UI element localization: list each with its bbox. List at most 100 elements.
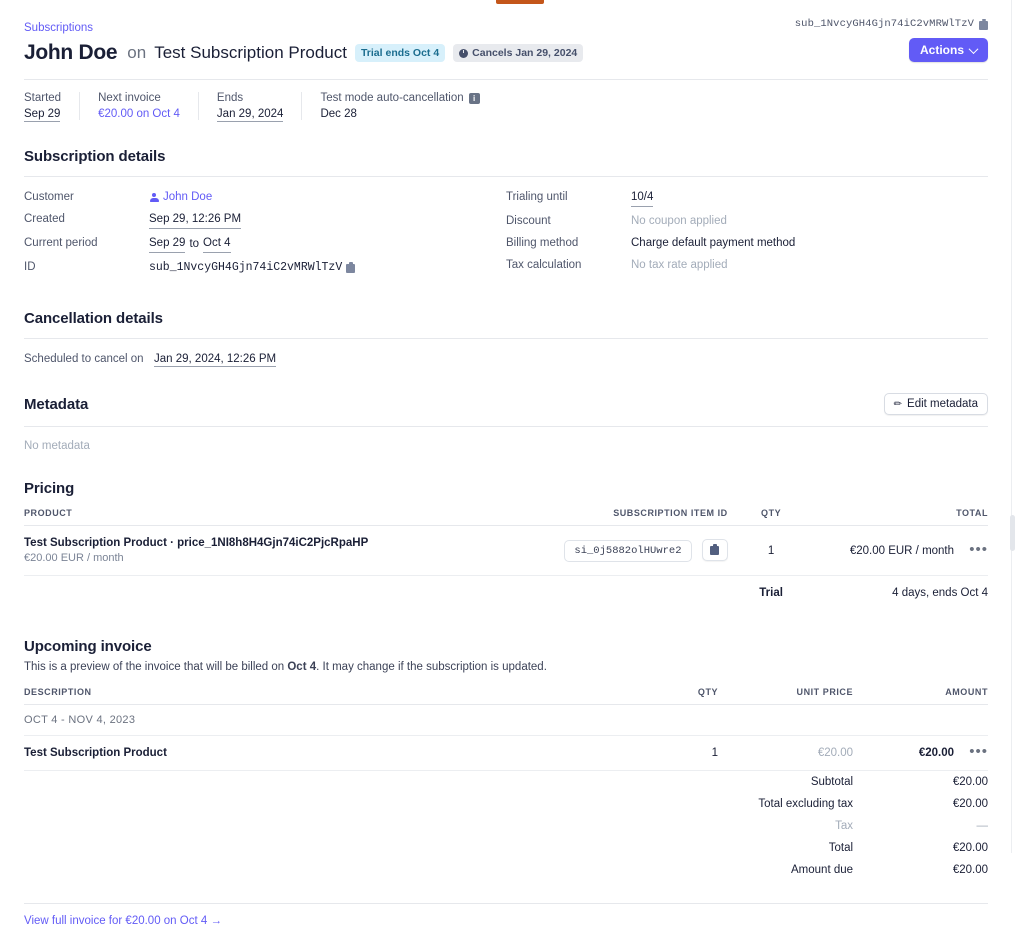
cancellation-date[interactable]: Jan 29, 2024, 12:26 PM [154, 353, 277, 367]
key-facts-row: Started Sep 29 Next invoice €20.00 on Oc… [24, 92, 988, 122]
subscription-details-left-column: Customer John Doe Created Sep 29, 12:26 … [24, 190, 506, 282]
upcoming-invoice-table: DESCRIPTION QTY UNIT PRICE AMOUNT OCT 4 … [24, 687, 988, 881]
copy-icon[interactable] [346, 262, 356, 273]
pricing-cell-qty: 1 [727, 525, 815, 576]
pricing-table: PRODUCT SUBSCRIPTION ITEM ID QTY TOTAL T… [24, 508, 988, 610]
totals-blank-5 [24, 815, 622, 837]
upcoming-invoice-description: This is a preview of the invoice that wi… [24, 659, 988, 675]
row-overflow-menu-icon[interactable]: ••• [969, 541, 988, 558]
current-period-end[interactable]: Oct 4 [203, 236, 231, 253]
metadata-head: Metadata ✏ Edit metadata [24, 393, 988, 415]
trialing-until-value[interactable]: 10/4 [631, 190, 654, 207]
subscription-details-rule [24, 176, 988, 177]
header-left: Subscriptions John Doe on Test Subscript… [24, 0, 584, 65]
view-full-invoice-link[interactable]: View full invoice for €20.00 on Oct 4 → [24, 915, 222, 927]
invoice-col-qty: QTY [621, 687, 719, 705]
invoice-period-row: OCT 4 - NOV 4, 2023 [24, 704, 988, 736]
cancellation-details-rule [24, 338, 988, 339]
invoice-total-row-amount-due: Amount due €20.00 [24, 859, 988, 881]
upcoming-invoice-table-head: DESCRIPTION QTY UNIT PRICE AMOUNT [24, 687, 988, 705]
cancellation-details-title: Cancellation details [24, 310, 163, 327]
totals-label-amount-due: Amount due [791, 864, 854, 876]
invoice-col-amount: AMOUNT [853, 687, 988, 705]
upcoming-invoice-desc-suffix: . It may change if the subscription is u… [316, 661, 547, 673]
totals-value-total-excluding-tax: €20.00 [952, 798, 988, 810]
actions-button[interactable]: Actions [908, 38, 988, 62]
detail-val-created: Sep 29, 12:26 PM [149, 212, 242, 229]
totals-value-amount-due: €20.00 [952, 864, 988, 876]
upcoming-invoice-desc-prefix: This is a preview of the invoice that wi… [24, 661, 288, 673]
created-timestamp[interactable]: Sep 29, 12:26 PM [149, 212, 242, 229]
subscription-details-head: Subscription details [24, 148, 988, 165]
pricing-cell-total: €20.00 EUR / month ••• [814, 525, 988, 576]
fact-auto-cancellation-text: Test mode auto-cancellation [320, 92, 464, 104]
detail-key-tax-calculation: Tax calculation [506, 259, 582, 271]
chevron-down-icon [968, 43, 979, 54]
subscription-detail-page: Subscriptions John Doe on Test Subscript… [0, 0, 1012, 929]
upcoming-invoice-title: Upcoming invoice [24, 638, 152, 655]
row-overflow-menu-icon[interactable]: ••• [969, 743, 988, 760]
table-row[interactable]: Test Subscription Product · price_1NI8h8… [24, 525, 988, 576]
fact-next-invoice-link[interactable]: €20.00 on Oct 4 [98, 108, 180, 120]
fact-ends-value: Jan 29, 2024 [216, 108, 284, 122]
invoice-total-row-total: Total €20.00 [24, 837, 988, 859]
subscription-id-row: sub_1NvcyGH4Gjn74iC2vMRWlTzV [795, 18, 988, 30]
detail-row-discount: Discount No coupon applied [506, 214, 988, 229]
subscription-id-detail-value: sub_1NvcyGH4Gjn74iC2vMRWlTzV [149, 261, 343, 274]
edit-metadata-button[interactable]: ✏ Edit metadata [883, 393, 988, 415]
pricing-header-row: PRODUCT SUBSCRIPTION ITEM ID QTY TOTAL [24, 508, 988, 526]
invoice-cell-unit-price: €20.00 [718, 735, 854, 771]
pricing-col-item-id: SUBSCRIPTION ITEM ID [563, 508, 728, 526]
detail-key-id: ID [24, 261, 36, 273]
detail-row-id: ID sub_1NvcyGH4Gjn74iC2vMRWlTzV [24, 260, 506, 275]
totals-label-total: Total [828, 842, 854, 854]
subscription-item-id-pill[interactable]: si_0j5882olHUwre2 [564, 540, 692, 563]
edit-metadata-label: Edit metadata [907, 398, 978, 410]
cancellation-row: Scheduled to cancel on Jan 29, 2024, 12:… [24, 353, 988, 367]
copy-item-id-button[interactable] [701, 538, 728, 561]
breadcrumb-subscriptions[interactable]: Subscriptions [24, 22, 93, 34]
invoice-amount-value: €20.00 [918, 747, 955, 759]
pricing-cell-item-id: si_0j5882olHUwre2 [563, 525, 728, 576]
detail-val-discount: No coupon applied [631, 215, 727, 227]
status-badge-trial: Trial ends Oct 4 [354, 44, 446, 62]
current-period-start[interactable]: Sep 29 [149, 236, 186, 253]
fact-ends-text[interactable]: Jan 29, 2024 [216, 108, 284, 122]
invoice-col-description: DESCRIPTION [24, 687, 622, 705]
fact-auto-cancellation-label: Test mode auto-cancellation i [320, 92, 480, 104]
actions-button-label: Actions [919, 43, 964, 57]
detail-key-current-period: Current period [24, 237, 98, 249]
customer-link[interactable]: John Doe [163, 190, 212, 205]
detail-row-tax-calculation: Tax calculation No tax rate applied [506, 258, 988, 273]
footer-divider [24, 903, 988, 904]
section-cancellation-details: Cancellation details Scheduled to cancel… [24, 310, 988, 367]
totals-label-tax: Tax [835, 820, 854, 832]
metadata-title: Metadata [24, 395, 89, 413]
upcoming-invoice-header-row: DESCRIPTION QTY UNIT PRICE AMOUNT [24, 687, 988, 705]
fact-started-value: Sep 29 [24, 108, 61, 122]
invoice-period-blank-2 [718, 704, 854, 736]
status-badge-cancels: Cancels Jan 29, 2024 [453, 44, 584, 62]
detail-key-customer: Customer [24, 191, 74, 203]
totals-blank-4 [622, 793, 718, 815]
fact-started-label: Started [24, 92, 62, 104]
totals-blank-9 [24, 859, 622, 881]
fact-next-invoice-value: €20.00 on Oct 4 [98, 108, 180, 120]
upcoming-invoice-desc-date: Oct 4 [287, 661, 317, 673]
pricing-total-value: €20.00 EUR / month [849, 544, 955, 557]
detail-key-trialing-until: Trialing until [506, 191, 568, 203]
subscription-details-title: Subscription details [24, 148, 166, 165]
invoice-period-blank-3 [853, 704, 988, 736]
info-icon[interactable]: i [468, 92, 480, 104]
fact-next-invoice-label: Next invoice [98, 92, 161, 104]
detail-val-tax-calculation: No tax rate applied [631, 259, 728, 271]
cancellation-key: Scheduled to cancel on [24, 353, 144, 365]
copy-icon[interactable] [979, 18, 988, 30]
table-row[interactable]: Test Subscription Product 1 €20.00 €20.0… [24, 735, 988, 771]
fact-ends-label: Ends [216, 92, 244, 104]
invoice-col-unit-price: UNIT PRICE [718, 687, 854, 705]
fact-started-text[interactable]: Sep 29 [24, 108, 61, 122]
invoice-total-row-subtotal: Subtotal €20.00 [24, 771, 988, 794]
metadata-empty-state: No metadata [24, 440, 90, 452]
page-title: John Doe on Test Subscription Product Tr… [24, 41, 584, 65]
